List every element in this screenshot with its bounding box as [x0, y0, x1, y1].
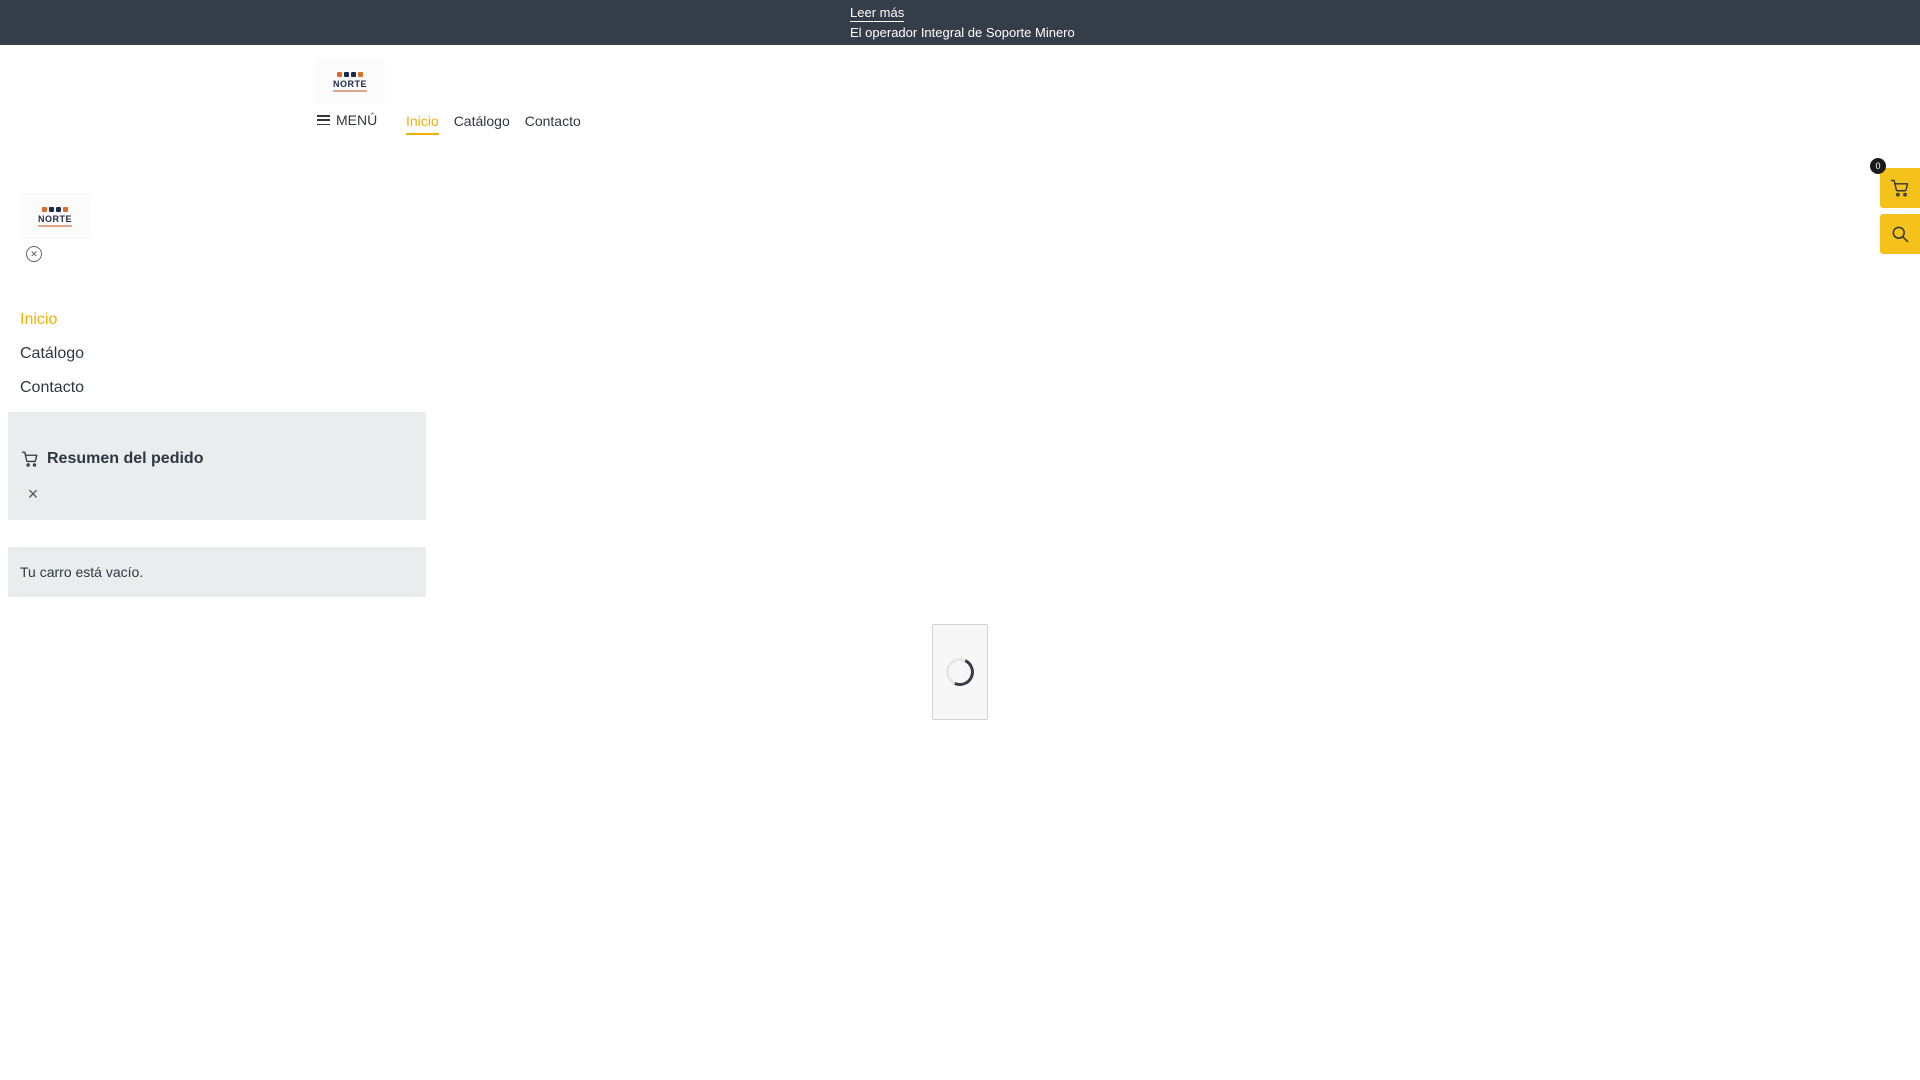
cart-count-badge: 0 [1870, 158, 1886, 174]
logo-mark [337, 70, 363, 79]
spinner-icon [942, 654, 978, 690]
side-menu-nav: Inicio Catálogo Contacto [20, 303, 84, 405]
menu-label: MENÚ [336, 112, 378, 128]
cart-icon [21, 451, 38, 467]
cart-icon [1890, 179, 1909, 197]
logo-mark [42, 205, 68, 214]
hamburger-icon [317, 115, 330, 125]
floating-cart-button[interactable] [1880, 168, 1920, 208]
header-nav: Inicio Catálogo Contacto [406, 112, 581, 135]
side-menu-item-contacto[interactable]: Contacto [20, 371, 84, 405]
logo-wordmark: NORTE [38, 214, 72, 224]
side-menu-item-inicio[interactable]: Inicio [20, 303, 84, 337]
read-more-link[interactable]: Leer más [850, 5, 905, 22]
header-logo[interactable]: NORTE [315, 58, 385, 104]
logo-wordmark: NORTE [333, 79, 367, 89]
close-icon[interactable]: × [25, 485, 41, 503]
floating-search-button[interactable] [1880, 214, 1920, 254]
announcement-bar: Leer más El operador Integral de Soporte… [0, 0, 1920, 45]
close-circle-icon[interactable]: ✕ [26, 246, 42, 262]
order-summary-title: Resumen del pedido [47, 450, 204, 467]
nav-link-contacto[interactable]: Contacto [525, 112, 581, 135]
logo-underline [38, 225, 72, 227]
side-menu-logo[interactable]: NORTE [20, 193, 90, 239]
menu-toggle-button[interactable]: MENÚ [317, 112, 377, 128]
loading-overlay [932, 624, 988, 720]
search-icon [1892, 226, 1909, 243]
order-summary-header: Resumen del pedido × [8, 412, 426, 520]
nav-link-inicio[interactable]: Inicio [406, 112, 439, 135]
order-summary-title-row: Resumen del pedido [21, 450, 203, 468]
side-menu-item-catalogo[interactable]: Catálogo [20, 337, 84, 371]
logo-underline [333, 90, 367, 92]
empty-cart-message: Tu carro está vacío. [8, 547, 426, 597]
tagline: El operador Integral de Soporte Minero [850, 25, 1075, 40]
nav-link-catalogo[interactable]: Catálogo [454, 112, 510, 135]
